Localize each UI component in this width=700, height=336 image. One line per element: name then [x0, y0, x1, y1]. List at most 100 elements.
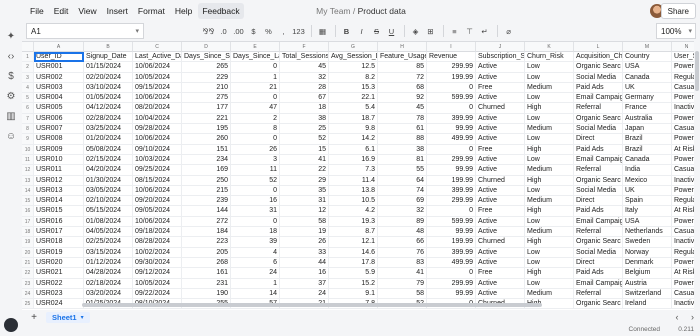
cell[interactable]: USR013	[34, 185, 84, 197]
cell[interactable]: Medium	[525, 227, 574, 238]
cell[interactable]: 28	[280, 82, 329, 94]
header-cell[interactable]: Revenue	[427, 52, 476, 63]
cell[interactable]: USR018	[34, 237, 84, 248]
column-header[interactable]: G	[329, 42, 378, 52]
underline-icon[interactable]: U	[385, 24, 398, 38]
row-number[interactable]: 23	[22, 278, 34, 289]
cell[interactable]: At Risk	[672, 268, 694, 279]
header-cell[interactable]: Days_Since_Sig	[182, 52, 231, 63]
header-cell[interactable]: Churn_Risk	[525, 52, 574, 63]
cell[interactable]: 10/02/2024	[133, 247, 182, 258]
header-cell[interactable]: Total_Sessions	[280, 52, 329, 63]
cell[interactable]: Switzerland	[623, 288, 672, 300]
cell[interactable]: 5.4	[329, 103, 378, 114]
cell[interactable]: 09/15/2024	[133, 82, 182, 94]
cell[interactable]: USR015	[34, 206, 84, 217]
cell[interactable]: 8.7	[329, 227, 378, 238]
cell[interactable]: Spain	[623, 196, 672, 207]
cell[interactable]: 03/10/2024	[84, 82, 133, 94]
cell[interactable]: 14.2	[329, 134, 378, 145]
wrap-icon[interactable]: ↵	[478, 24, 491, 38]
cell[interactable]: 99.99	[427, 288, 476, 300]
column-header[interactable]: C	[133, 42, 182, 52]
decimal-decrease-icon[interactable]: .0	[217, 24, 230, 38]
cell[interactable]: 2	[231, 113, 280, 125]
cell[interactable]: Low	[525, 72, 574, 83]
cell[interactable]: 599.99	[427, 93, 476, 104]
dollar-icon[interactable]: $	[5, 70, 17, 82]
cell[interactable]: 6.1	[329, 144, 378, 155]
cell[interactable]: 99.99	[427, 165, 476, 176]
cell[interactable]: Active	[476, 216, 525, 228]
cell[interactable]: 10/04/2024	[133, 113, 182, 125]
sparkle-icon[interactable]: ✦	[5, 30, 17, 42]
cell[interactable]: Paid Ads	[574, 82, 623, 94]
row-number[interactable]: 5	[22, 93, 34, 104]
cell[interactable]: Low	[525, 247, 574, 258]
cell[interactable]: Low	[525, 216, 574, 228]
cell[interactable]: Free	[476, 268, 525, 279]
cell[interactable]: 02/20/2024	[84, 72, 133, 83]
cell[interactable]: Active	[476, 124, 525, 135]
cell[interactable]: 0	[427, 103, 476, 114]
row-number[interactable]: 6	[22, 103, 34, 114]
cell[interactable]: Inactive	[672, 237, 694, 248]
cell[interactable]: USR005	[34, 103, 84, 114]
cell[interactable]: Paid Ads	[574, 268, 623, 279]
cell[interactable]: USR020	[34, 257, 84, 269]
cell[interactable]: 09/10/2024	[133, 144, 182, 155]
cell[interactable]: 199.99	[427, 72, 476, 83]
header-cell[interactable]: Acquisition_Ch	[574, 52, 623, 63]
cell[interactable]: 02/10/2024	[84, 196, 133, 207]
bold-icon[interactable]: B	[340, 24, 353, 38]
cell[interactable]: 299.99	[427, 154, 476, 166]
cell[interactable]: 10.5	[329, 196, 378, 207]
cell[interactable]: High	[525, 144, 574, 155]
cell[interactable]: 04/12/2024	[84, 103, 133, 114]
cell[interactable]: Inactive	[672, 103, 694, 114]
cell[interactable]: 02/18/2024	[84, 278, 133, 289]
cell[interactable]: 190	[182, 288, 231, 300]
cell[interactable]: Organic Searc	[574, 62, 623, 73]
cell[interactable]: 275	[182, 93, 231, 104]
cell[interactable]: 03/15/2024	[84, 247, 133, 258]
cell[interactable]: Netherlands	[623, 227, 672, 238]
cell[interactable]: Social Media	[574, 185, 623, 197]
cell[interactable]: 215	[182, 185, 231, 197]
cell[interactable]: 12.5	[329, 62, 378, 73]
cell[interactable]: 11.4	[329, 175, 378, 186]
cell[interactable]: Regular L	[672, 73, 694, 83]
cell[interactable]: Active	[476, 72, 525, 83]
cell[interactable]: 0	[427, 268, 476, 279]
cell[interactable]: 89	[378, 216, 427, 228]
header-cell[interactable]: Subscription_S	[476, 52, 525, 63]
header-cell[interactable]: Days_Since_La	[231, 52, 280, 63]
cell[interactable]: 08/28/2024	[133, 237, 182, 248]
cell[interactable]: Social Media	[574, 72, 623, 83]
cell[interactable]: 399.99	[427, 247, 476, 258]
doc-name[interactable]: Product data	[358, 6, 406, 16]
cell[interactable]: 221	[182, 113, 231, 125]
cell[interactable]: 260	[182, 134, 231, 145]
cell[interactable]: 195	[182, 124, 231, 135]
cell[interactable]: 177	[182, 103, 231, 114]
cell[interactable]: Power Us	[672, 258, 694, 269]
row-number[interactable]: 17	[22, 216, 34, 228]
cell[interactable]: Free	[476, 144, 525, 155]
cell[interactable]: Social Media	[574, 124, 623, 135]
cell[interactable]: Referral	[574, 165, 623, 176]
cell[interactable]: 09/20/2024	[133, 196, 182, 207]
cell[interactable]: Active	[476, 288, 525, 300]
cell[interactable]: 1	[231, 72, 280, 83]
cell[interactable]: Low	[525, 154, 574, 166]
cell[interactable]: 223	[182, 237, 231, 248]
cell[interactable]: 99.99	[427, 124, 476, 135]
header-cell[interactable]: Feature_Usage	[378, 52, 427, 63]
cell[interactable]: 01/08/2024	[84, 216, 133, 228]
header-cell[interactable]: Avg_Session_D	[329, 52, 378, 63]
column-header[interactable]: L	[574, 42, 623, 52]
cell[interactable]: 47	[231, 103, 280, 114]
currency-icon[interactable]: $	[247, 24, 260, 38]
cell[interactable]: Brazil	[623, 134, 672, 145]
cell[interactable]: Low	[525, 185, 574, 197]
